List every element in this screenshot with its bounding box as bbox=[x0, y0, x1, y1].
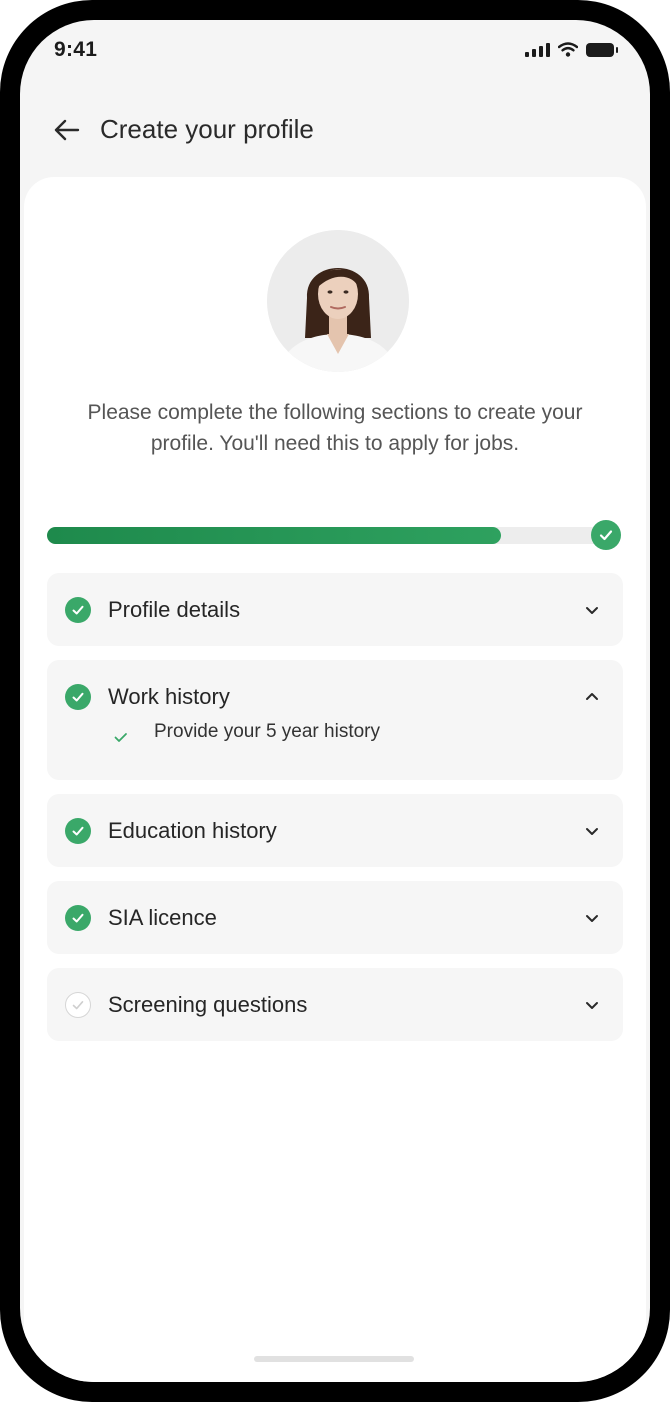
section-label: SIA licence bbox=[108, 904, 217, 930]
section-work-history[interactable]: Work history Provide your 5 year history bbox=[47, 660, 623, 780]
section-screening-questions[interactable]: Screening questions bbox=[47, 968, 623, 1041]
section-sia-licence[interactable]: SIA licence bbox=[47, 881, 623, 954]
profile-progress bbox=[47, 520, 621, 550]
chevron-down-icon[interactable] bbox=[583, 909, 601, 927]
section-header[interactable]: Profile details bbox=[47, 573, 623, 646]
arrow-left-icon[interactable] bbox=[52, 115, 82, 145]
progress-fill bbox=[47, 527, 501, 544]
profile-sections: Profile details Work history Provide you… bbox=[47, 573, 623, 1055]
battery-icon bbox=[586, 42, 618, 57]
check-circle-icon bbox=[65, 683, 91, 710]
profile-photo bbox=[267, 230, 409, 372]
section-profile-details[interactable]: Profile details bbox=[47, 573, 623, 646]
chevron-down-icon[interactable] bbox=[583, 996, 601, 1014]
section-item-label[interactable]: Provide your 5 year history bbox=[154, 721, 380, 743]
page-title: Create your profile bbox=[100, 114, 314, 144]
signal-icon bbox=[525, 42, 550, 57]
section-label: Profile details bbox=[108, 596, 241, 622]
app-screen: 9:41 Create your profile Please complete… bbox=[20, 20, 650, 1382]
check-circle-icon bbox=[65, 904, 91, 931]
section-label: Work history bbox=[108, 683, 230, 709]
check-icon bbox=[114, 733, 127, 742]
check-circle-icon bbox=[65, 596, 91, 623]
section-education-history[interactable]: Education history bbox=[47, 794, 623, 867]
section-header[interactable]: Screening questions bbox=[47, 968, 623, 1041]
status-icons bbox=[525, 42, 618, 57]
wifi-icon bbox=[558, 42, 578, 57]
phone-frame: 9:41 Create your profile Please complete… bbox=[0, 0, 670, 1402]
section-header[interactable]: Education history bbox=[47, 794, 623, 867]
progress-track bbox=[47, 527, 607, 544]
section-label: Screening questions bbox=[108, 991, 308, 1017]
profile-card: Please complete the following sections t… bbox=[24, 177, 646, 1382]
chevron-up-icon[interactable] bbox=[583, 688, 601, 706]
avatar[interactable] bbox=[267, 230, 409, 372]
check-circle-icon bbox=[65, 817, 91, 844]
section-body: Provide your 5 year history bbox=[47, 719, 623, 780]
chevron-down-icon[interactable] bbox=[583, 601, 601, 619]
chevron-down-icon[interactable] bbox=[583, 822, 601, 840]
home-indicator[interactable] bbox=[254, 1356, 414, 1362]
check-circle-icon bbox=[591, 520, 621, 550]
check-circle-outline-icon bbox=[65, 991, 91, 1018]
status-time: 9:41 bbox=[54, 38, 98, 61]
header: Create your profile bbox=[52, 114, 314, 145]
section-label: Education history bbox=[108, 817, 277, 843]
intro-text: Please complete the following sections t… bbox=[87, 401, 583, 455]
section-header[interactable]: SIA licence bbox=[47, 881, 623, 954]
